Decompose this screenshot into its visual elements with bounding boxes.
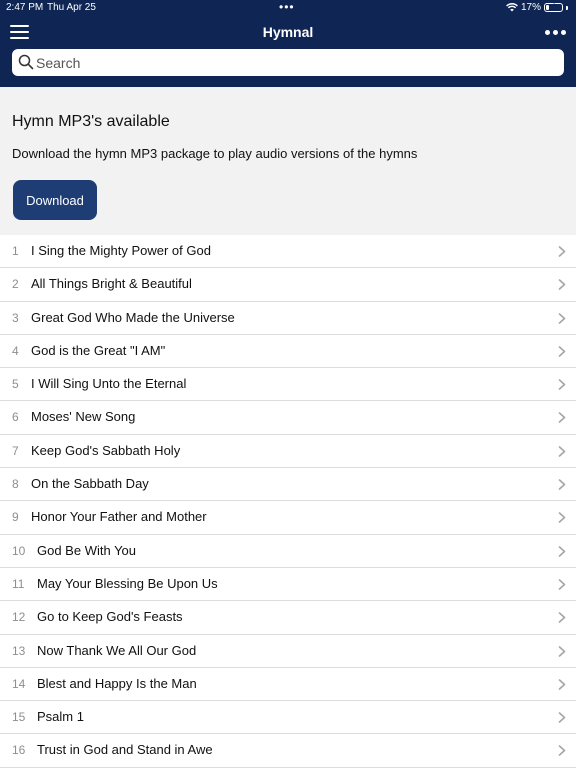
- hymn-list-item[interactable]: 14 Blest and Happy Is the Man: [0, 668, 576, 702]
- promo-description: Download the hymn MP3 package to play au…: [12, 146, 418, 161]
- chevron-right-icon: [558, 445, 566, 457]
- chevron-right-icon: [558, 379, 566, 390]
- hymn-title: God Be With You: [37, 542, 137, 558]
- chevron-right-icon: [558, 512, 566, 524]
- hymn-list-item[interactable]: 8 On the Sabbath Day: [0, 468, 576, 502]
- hymn-number: 12: [12, 610, 26, 625]
- status-right: 17% ⚡: [506, 1, 568, 13]
- chevron-right-icon: [558, 612, 566, 624]
- hymn-title: Psalm 1: [37, 709, 84, 725]
- hymn-list: 1 I Sing the Mighty Power of God 2 All Thin…: [0, 235, 576, 768]
- hymn-list-item[interactable]: 13 Now Thank We All Our God: [0, 635, 576, 668]
- hymn-title: I Will Sing Unto the Eternal: [31, 376, 187, 392]
- hymn-title: Now Thank We All Our God: [37, 642, 197, 658]
- hymn-list-item[interactable]: 6 Moses' New Song: [0, 401, 576, 435]
- chevron-right-icon: [558, 745, 566, 757]
- hymn-title: All Things Bright & Beautiful: [31, 276, 192, 292]
- hymn-number: 5: [12, 377, 19, 392]
- hymn-list-item[interactable]: 3 Great God Who Made the Universe: [0, 302, 576, 335]
- hymn-title: Blest and Happy Is the Man: [37, 675, 197, 691]
- status-bar: 2:47 PM Thu Apr 25 ••• 17% ⚡: [0, 0, 576, 16]
- hymn-title: Great God Who Made the Universe: [31, 309, 235, 325]
- hymn-number: 9: [12, 510, 19, 525]
- hymn-list-item[interactable]: 11 May Your Blessing Be Upon Us: [0, 568, 576, 602]
- hymn-number: 2: [12, 277, 19, 292]
- chevron-right-icon: [558, 579, 566, 590]
- navigation-bar: Hymnal: [0, 18, 576, 46]
- battery-level-fill: [546, 5, 549, 10]
- chevron-right-icon: [558, 312, 566, 324]
- hymn-list-item[interactable]: 4 God is the Great "I AM": [0, 335, 576, 369]
- hymn-number: 6: [12, 410, 19, 425]
- hymn-title: May Your Blessing Be Upon Us: [37, 575, 218, 591]
- search-icon: [18, 54, 34, 70]
- more-ellipsis-icon[interactable]: [545, 30, 566, 35]
- chevron-right-icon: [558, 545, 566, 557]
- hymn-number: 10: [12, 543, 26, 558]
- hymn-title: On the Sabbath Day: [31, 476, 149, 492]
- chevron-right-icon: [558, 279, 566, 291]
- hymn-number: 1: [12, 244, 19, 258]
- hymn-list-item[interactable]: 10 God Be With You: [0, 535, 576, 568]
- mp3-download-panel: Hymn MP3's available Download the hymn M…: [0, 87, 576, 235]
- hymn-title: Keep God's Sabbath Holy: [31, 442, 181, 458]
- hymn-number: 11: [12, 576, 25, 591]
- hymn-number: 4: [12, 343, 19, 358]
- hymn-number: 7: [12, 443, 19, 458]
- hymn-number: 13: [12, 643, 26, 658]
- status-time: 2:47 PM: [6, 2, 44, 13]
- chevron-right-icon: [558, 679, 566, 690]
- hymn-number: 16: [12, 743, 26, 758]
- battery-cap: [566, 5, 568, 10]
- page-title: Hymnal: [262, 24, 314, 40]
- wifi-icon: [506, 3, 518, 12]
- hymn-list-item[interactable]: 16 Trust in God and Stand in Awe: [0, 734, 576, 768]
- hymn-list-item[interactable]: 12 Go to Keep God's Feasts: [0, 601, 576, 635]
- hymn-list-item[interactable]: 5 I Will Sing Unto the Eternal: [0, 368, 576, 402]
- hymn-title: Trust in God and Stand in Awe: [37, 742, 213, 758]
- download-button[interactable]: Download: [13, 180, 97, 220]
- multitasking-indicator[interactable]: •••: [279, 0, 295, 14]
- chevron-right-icon: [558, 346, 566, 357]
- hymn-list-item[interactable]: 9 Honor Your Father and Mother: [0, 501, 576, 535]
- hymn-title: Honor Your Father and Mother: [31, 509, 207, 525]
- charging-bolt-icon: ⚡: [550, 1, 557, 11]
- hymn-title: I Sing the Mighty Power of God: [31, 243, 211, 258]
- hymn-number: 14: [12, 676, 26, 691]
- battery-charging-icon: ⚡: [544, 1, 563, 12]
- hymn-list-item[interactable]: 1 I Sing the Mighty Power of God: [0, 235, 576, 269]
- chevron-right-icon: [558, 479, 566, 490]
- battery-percent: 17%: [520, 2, 541, 13]
- search-bar[interactable]: [12, 49, 564, 76]
- promo-title: Hymn MP3's available: [12, 113, 170, 130]
- chevron-right-icon: [558, 712, 566, 723]
- search-input[interactable]: [36, 49, 556, 76]
- chevron-right-icon: [558, 246, 566, 257]
- hymn-title: Moses' New Song: [31, 409, 136, 425]
- hymn-title: God is the Great "I AM": [31, 342, 166, 358]
- chevron-right-icon: [558, 645, 566, 657]
- hymn-number: 15: [12, 710, 26, 725]
- chevron-right-icon: [558, 412, 566, 424]
- hymn-list-item[interactable]: 7 Keep God's Sabbath Holy: [0, 435, 576, 469]
- status-date: Thu Apr 25: [47, 2, 96, 13]
- hymn-number: 8: [12, 477, 19, 492]
- hymn-list-item[interactable]: 15 Psalm 1: [0, 701, 576, 735]
- hymn-title: Go to Keep God's Feasts: [37, 609, 183, 625]
- hymn-number: 3: [12, 310, 19, 325]
- hymn-list-item[interactable]: 2 All Things Bright & Beautiful: [0, 268, 576, 302]
- app-header: 2:47 PM Thu Apr 25 ••• 17% ⚡ Hymnal: [0, 0, 576, 87]
